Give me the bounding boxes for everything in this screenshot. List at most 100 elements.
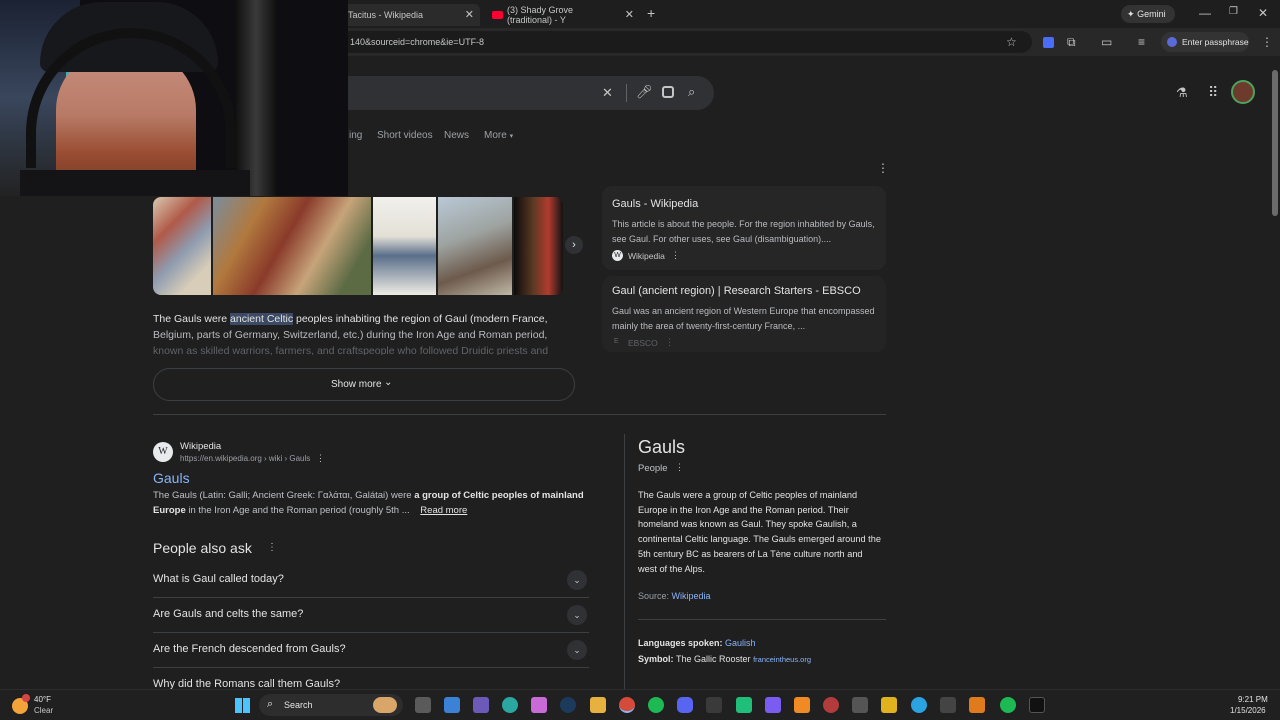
description-line: Europe in the Iron Age and the Roman per… [638,504,849,515]
url-field[interactable]: 140&sourceid=chrome&ie=UTF-8 ☆ [340,31,1032,53]
paa-menu-icon[interactable]: ⋮ [267,542,277,553]
microphone-icon[interactable]: 🎤︎ [636,85,653,98]
show-more-label: Show more [331,379,382,390]
passphrase-button[interactable]: Enter passphrase [1161,32,1249,52]
avatar[interactable] [1231,80,1255,104]
carousel-next-button[interactable]: › [565,236,583,254]
url-text: 140&sourceid=chrome&ie=UTF-8 [350,37,485,47]
taskbar-search[interactable]: ⌕ Search [259,694,403,716]
tab-short-videos[interactable]: Short videos [377,130,433,141]
infinity-app-icon[interactable] [473,697,489,713]
clock-time[interactable]: 9:21 PM [1238,695,1268,704]
star-icon[interactable]: ☆ [1006,36,1017,48]
chevron-icon[interactable] [569,697,585,713]
edge-icon[interactable] [502,697,518,713]
app-x-icon[interactable] [940,697,956,713]
clear-icon[interactable]: ✕ [602,86,613,99]
source-site: Wikipedia [628,251,665,261]
paa-question-text: Are Gauls and celts the same? [153,608,304,620]
paa-question[interactable]: Are the French descended from Gauls? ⌄ [153,633,589,668]
windows-start-icon[interactable] [235,698,250,713]
reading-list-icon[interactable]: ≡ [1138,36,1145,48]
snippet-text: peoples inhabiting the region of Gaul (m… [293,313,548,325]
close-window-icon[interactable]: ✕ [1258,7,1268,19]
source-menu-icon[interactable]: ⋮ [671,250,680,261]
tab-more[interactable]: More ▾ [484,130,513,141]
close-icon[interactable]: ✕ [465,8,474,21]
source-link[interactable]: Wikipedia [672,591,711,601]
knowledge-menu-icon[interactable]: ⋮ [675,462,684,473]
weather-temp: 40°F [34,695,51,704]
fact-link[interactable]: Gaulish [725,638,756,648]
store-icon[interactable] [444,697,460,713]
paa-question[interactable]: What is Gaul called today? ⌄ [153,563,589,598]
microphone-arm [236,0,276,196]
description-line: 5th century BC as bearers of La Tène cul… [638,548,863,559]
new-tab-button[interactable]: + [647,6,655,20]
app-red-icon[interactable] [823,697,839,713]
puzzle-icon[interactable]: ⧉ [1067,36,1076,48]
description-line: The Gauls were a group of Celtic peoples… [638,490,858,500]
ai-overview-menu-icon[interactable]: ⋮ [877,162,889,174]
description-line: homeland was known as Gaul. They spoke G… [638,519,857,530]
x-app-icon[interactable] [1029,697,1045,713]
warrior-illustration-image[interactable] [373,197,436,295]
app-g-icon[interactable] [706,697,722,713]
show-more-button[interactable]: Show more ⌄ [153,368,575,401]
chrome-icon[interactable] [619,697,635,713]
spotify-alt-icon[interactable] [1000,697,1016,713]
description-line: continental Celtic language. The Gauls e… [638,534,881,545]
minimize-icon[interactable]: — [1199,7,1211,19]
wikipedia-favicon-icon: W [153,442,173,462]
tab-tacitus[interactable]: Tacitus - Wikipedia ✕ [340,4,480,26]
snippet-text: The Gauls were [153,313,231,325]
featured-snippet-line3: known as skilled warriors, farmers, and … [153,345,549,355]
app-chip-icon[interactable] [852,697,868,713]
spotify-icon[interactable] [648,697,664,713]
telegram-icon[interactable] [911,697,927,713]
tab-news[interactable]: News [444,130,469,141]
result-title-link[interactable]: Gauls [153,470,190,486]
search-icon[interactable]: ⌕ [688,85,695,98]
menu-dots-icon[interactable]: ⋮ [1261,36,1273,48]
gaul-figure-image[interactable] [514,197,563,295]
source-menu-icon[interactable]: ⋮ [665,337,674,348]
restore-icon[interactable]: ❐ [1229,7,1238,17]
tab-shopping[interactable]: ing [349,130,362,141]
task-view-icon[interactable] [415,697,431,713]
tab-shady-grove[interactable]: (3) Shady Grove (traditional) - Y ✕ [484,4,640,26]
sidepanel-icon[interactable]: ▭ [1101,36,1112,48]
app-r-icon[interactable] [881,697,897,713]
discord-icon[interactable] [677,697,693,713]
paa-question[interactable]: Why did the Romans call them Gauls? [153,668,589,689]
gauls-group-image[interactable] [438,197,512,295]
gallic-costumes-image[interactable] [153,197,211,295]
lens-icon[interactable] [662,86,674,98]
apps-grid-icon[interactable]: ⠿ [1208,85,1218,99]
weather-desc: Clear [34,706,54,715]
read-more-link[interactable]: Read more [420,505,467,516]
featured-snippet-line2: Belgium, parts of Germany, Switzerland, … [153,329,548,341]
labs-icon[interactable]: ⚗ [1176,86,1188,99]
clock-date[interactable]: 1/15/2026 [1230,706,1266,715]
app-orange-icon[interactable] [969,697,985,713]
paa-question[interactable]: Are Gauls and celts the same? ⌄ [153,598,589,633]
battle-painting-image[interactable] [213,197,371,295]
scrollbar-thumb[interactable] [1272,70,1278,216]
app-green-icon[interactable] [736,697,752,713]
close-icon[interactable]: ✕ [625,8,634,21]
source-card-ebsco[interactable]: Gaul (ancient region) | Research Starter… [602,276,886,352]
result-menu-icon[interactable]: ⋮ [316,453,325,464]
file-explorer-icon[interactable] [590,697,606,713]
search-label: Search [284,700,313,710]
extension-icon[interactable] [1043,37,1054,48]
gemini-button[interactable]: ✦ Gemini [1121,5,1175,23]
fact-link[interactable]: franceintheus.org [753,655,811,664]
app-purple-icon[interactable] [765,697,781,713]
source-label: Source: [638,591,672,601]
copilot-icon[interactable] [531,697,547,713]
source-card-wikipedia[interactable]: Gauls - Wikipedia This article is about … [602,186,886,270]
snippet-bold: a group of Celtic peoples of mainland [414,490,584,501]
vlc-icon[interactable] [794,697,810,713]
section-divider [153,414,886,415]
